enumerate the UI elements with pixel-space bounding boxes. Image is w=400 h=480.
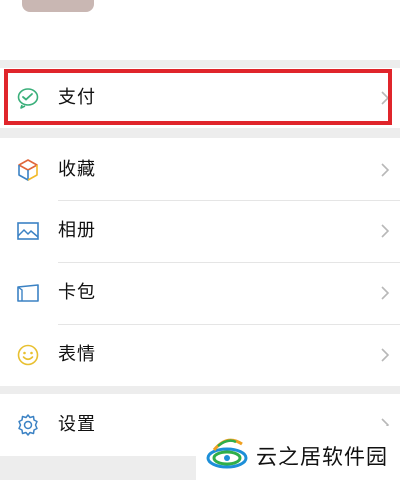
watermark-text: 云之居软件园 [256,445,388,469]
smiley-icon [16,343,40,367]
menu-item-label: 表情 [58,344,96,365]
menu-item-label: 收藏 [58,159,96,180]
menu-item-label: 设置 [58,414,96,435]
site-logo [206,438,248,469]
chevron-right-icon [381,163,390,177]
gear-icon [16,413,40,437]
services-section: 收藏 相册 卡包 表情 [0,138,400,386]
chevron-right-icon [381,286,390,300]
menu-item-label: 卡包 [58,282,96,303]
cube-icon [16,158,40,182]
watermark: 云之居软件园 [196,426,400,480]
image-icon [16,219,40,243]
menu-item-stickers[interactable]: 表情 [0,325,400,385]
menu-item-album[interactable]: 相册 [0,201,400,261]
chevron-right-icon [381,348,390,362]
profile-section [0,0,400,60]
menu-item-cards[interactable]: 卡包 [0,263,400,323]
menu-item-label: 相册 [58,220,96,241]
highlight-box [4,69,392,125]
avatar[interactable] [22,0,94,12]
chevron-right-icon [381,224,390,238]
menu-item-favorites[interactable]: 收藏 [0,140,400,200]
wallet-icon [16,281,40,305]
